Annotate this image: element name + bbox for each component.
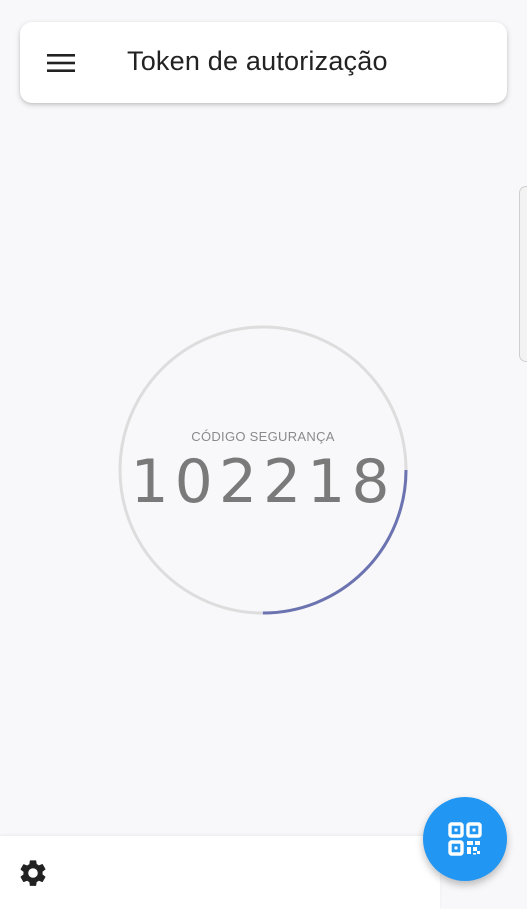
qr-code-icon — [448, 822, 482, 856]
page-title: Token de autorização — [127, 46, 388, 76]
token-label: CÓDIGO SEGURANÇA — [191, 429, 335, 444]
side-drawer-handle[interactable] — [519, 186, 527, 362]
menu-button[interactable] — [46, 48, 76, 78]
app-screen: Token de autorização CÓDIGO SEGURANÇA 10… — [0, 0, 527, 909]
settings-button[interactable] — [16, 856, 50, 890]
token-display: CÓDIGO SEGURANÇA 102218 — [118, 325, 408, 615]
top-app-bar: Token de autorização — [20, 22, 507, 103]
token-code: 102218 — [130, 447, 396, 517]
bottom-app-bar — [0, 836, 440, 909]
gear-icon — [20, 860, 46, 886]
menu-icon — [47, 54, 75, 72]
scan-qr-button[interactable] — [423, 797, 507, 881]
